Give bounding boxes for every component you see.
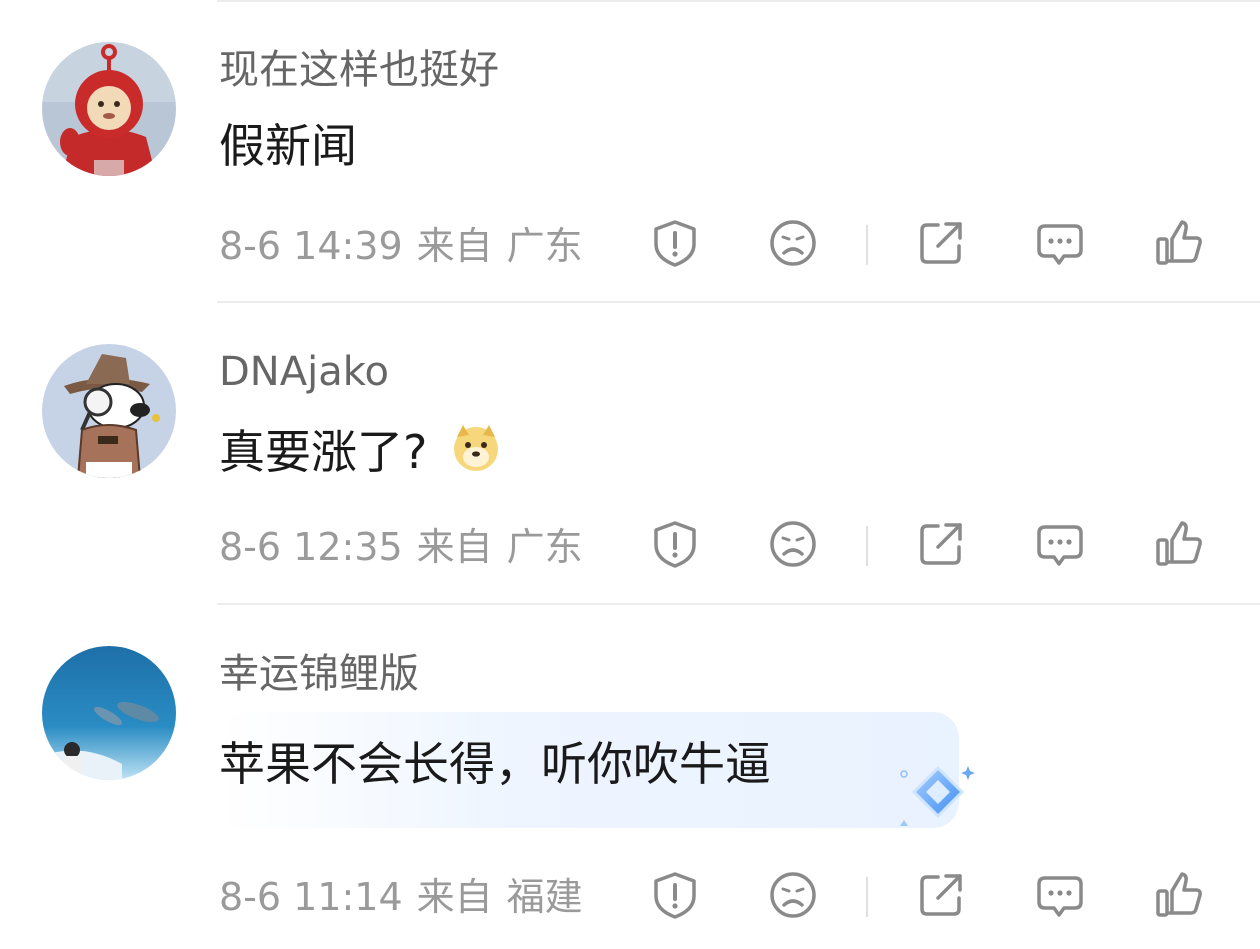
comment-text: 苹果不会长得，听你吹牛逼 xyxy=(219,741,771,787)
sad-face-icon xyxy=(770,872,816,918)
share-button[interactable] xyxy=(913,215,969,271)
comment-time: 8-6 14:39 xyxy=(219,224,403,268)
username[interactable]: 幸运锦鲤版 xyxy=(219,654,419,694)
from-label: 来自 xyxy=(416,525,493,569)
report-button[interactable] xyxy=(647,867,703,923)
comment-bubble-icon xyxy=(1037,876,1083,917)
share-button[interactable] xyxy=(913,516,969,572)
comment-text-label: 苹果不会长得，听你吹牛逼 xyxy=(219,737,771,791)
from-label: 来自 xyxy=(416,224,493,268)
from-label: 来自 xyxy=(416,875,493,919)
comment-time: 8-6 12:35 xyxy=(219,525,403,569)
shield-exclamation-icon xyxy=(654,220,696,267)
comment-actions xyxy=(645,867,1215,927)
like-button[interactable] xyxy=(1151,516,1207,572)
dislike-button[interactable] xyxy=(765,215,821,271)
comment-item: 现在这样也挺好 假新闻 8-6 14:39 来自 广东 xyxy=(0,0,1260,302)
shield-exclamation-icon xyxy=(654,872,696,919)
avatar[interactable] xyxy=(42,646,176,780)
like-button[interactable] xyxy=(1151,215,1207,271)
share-icon xyxy=(920,874,962,916)
share-button[interactable] xyxy=(913,867,969,923)
comment-meta: 8-6 14:39 来自 广东 xyxy=(219,227,597,265)
thumbs-up-icon xyxy=(1156,220,1202,265)
share-icon xyxy=(920,222,962,264)
comment-text: 真要涨了? xyxy=(219,423,501,480)
comment-location: 广东 xyxy=(506,224,583,268)
comment-item: 幸运锦鲤版 苹果不会长得，听你吹牛逼 8-6 11:14 来自 福建 xyxy=(0,604,1260,949)
sad-face-icon xyxy=(770,220,816,266)
reply-button[interactable] xyxy=(1032,516,1088,572)
like-button[interactable] xyxy=(1151,867,1207,923)
reply-button[interactable] xyxy=(1032,867,1088,923)
report-button[interactable] xyxy=(647,516,703,572)
username[interactable]: 现在这样也挺好 xyxy=(219,50,499,90)
comment-meta: 8-6 12:35 来自 广东 xyxy=(219,528,597,566)
share-icon xyxy=(920,523,962,565)
comment-location: 福建 xyxy=(506,875,583,919)
shield-exclamation-icon xyxy=(654,521,696,568)
action-separator xyxy=(866,526,868,566)
username[interactable]: DNAjako xyxy=(219,352,389,392)
sad-face-icon xyxy=(770,521,816,567)
thumbs-up-icon xyxy=(1156,872,1202,917)
report-button[interactable] xyxy=(647,215,703,271)
comment-actions xyxy=(645,516,1215,576)
comment-bubble-icon xyxy=(1037,525,1083,566)
doge-emoji-icon xyxy=(451,423,501,480)
reply-button[interactable] xyxy=(1032,215,1088,271)
comment-actions xyxy=(645,215,1215,275)
comment-text: 假新闻 xyxy=(219,123,357,169)
comment-text-label: 假新闻 xyxy=(219,119,357,173)
diamond-badge-icon xyxy=(896,760,982,830)
thumbs-up-icon xyxy=(1156,521,1202,566)
avatar[interactable] xyxy=(42,344,176,478)
action-separator xyxy=(866,225,868,265)
action-separator xyxy=(866,877,868,917)
comment-text-label: 真要涨了? xyxy=(219,424,428,479)
comment-bubble-icon xyxy=(1037,224,1083,265)
avatar[interactable] xyxy=(42,42,176,176)
comment-location: 广东 xyxy=(506,525,583,569)
dislike-button[interactable] xyxy=(765,867,821,923)
comment-item: DNAjako 真要涨了? 8-6 12:35 来自 广东 xyxy=(0,302,1260,604)
dislike-button[interactable] xyxy=(765,516,821,572)
comment-time: 8-6 11:14 xyxy=(219,875,403,919)
comment-meta: 8-6 11:14 来自 福建 xyxy=(219,878,597,916)
